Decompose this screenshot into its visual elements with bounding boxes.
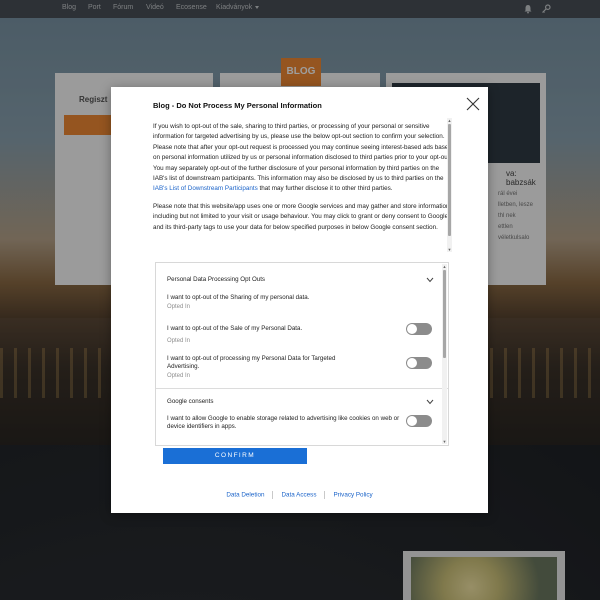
privacy-notice-text: If you wish to opt-out of the sale, shar… [153,122,453,252]
chevron-down-icon[interactable] [426,399,434,405]
data-deletion-link[interactable]: Data Deletion [226,492,264,499]
section-divider [156,388,448,389]
scroll-up-icon[interactable]: ▲ [447,118,452,123]
notice-paragraph-1-end: that may further disclose it to other th… [259,185,393,193]
notice-paragraph-1: If you wish to opt-out of the sale, shar… [153,122,453,195]
link-separator [324,491,326,499]
privacy-policy-link[interactable]: Privacy Policy [333,492,372,499]
google-storage-consent-label: I want to allow Google to enable storage… [167,415,400,430]
scroll-down-icon[interactable]: ▼ [442,439,447,444]
notice-paragraph-2: Please note that this website/app uses o… [153,202,450,231]
opt-out-targeted-ads-status: Opted In [167,373,191,379]
section-google-consents-title[interactable]: Google consents [167,398,213,405]
modal-title: Blog - Do Not Process My Personal Inform… [153,101,322,110]
scroll-down-icon[interactable]: ▼ [447,247,452,252]
link-separator [272,491,274,499]
scroll-up-icon[interactable]: ▲ [442,264,447,269]
iab-list-link[interactable]: IAB's List of Downstream Participants [153,185,258,192]
preferences-panel: Personal Data Processing Opt Outs I want… [155,262,449,446]
google-storage-consent-toggle[interactable] [406,415,432,427]
opt-out-sale-label: I want to opt-out of the Sale of my Pers… [167,325,303,332]
notice-paragraph-1-text: If you wish to opt-out of the sale, shar… [153,123,452,183]
section-personal-data-title[interactable]: Personal Data Processing Opt Outs [167,276,265,283]
notice-scrollbar-thumb[interactable] [448,124,451,236]
opt-out-sharing-label: I want to opt-out of the Sharing of my p… [167,294,310,301]
opt-out-targeted-ads-label: I want to opt-out of processing my Perso… [167,355,336,370]
preferences-scrollbar-thumb[interactable] [443,270,446,358]
confirm-button[interactable]: CONFIRM [163,448,307,464]
close-icon[interactable] [465,96,481,112]
modal-footer-links: Data Deletion Data Access Privacy Policy [111,491,488,503]
data-access-link[interactable]: Data Access [281,492,316,499]
notice-scrollbar[interactable]: ▲ ▼ [447,118,452,252]
opt-out-sale-status: Opted In [167,338,191,344]
privacy-modal: Blog - Do Not Process My Personal Inform… [111,87,488,513]
opt-out-sharing-status: Opted In [167,304,191,310]
opt-out-sale-toggle[interactable] [406,323,432,335]
chevron-down-icon[interactable] [426,277,434,283]
opt-out-targeted-ads-toggle[interactable] [406,357,432,369]
preferences-scrollbar[interactable]: ▲ ▼ [442,264,447,444]
